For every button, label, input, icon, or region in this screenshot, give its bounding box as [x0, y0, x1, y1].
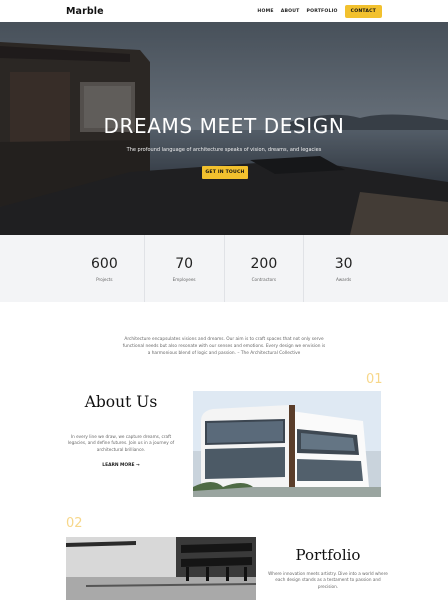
- learn-more-link[interactable]: LEARN MORE →: [66, 463, 176, 468]
- stat-value: 70: [175, 255, 194, 272]
- stat-contractors: 200 Contractors: [225, 235, 305, 302]
- nav-portfolio-link[interactable]: PORTFOLIO: [307, 9, 338, 14]
- about-text: In every line we draw, we capture dreams…: [67, 434, 175, 452]
- portfolio-image: [66, 537, 256, 600]
- stat-value: 200: [250, 255, 278, 272]
- logo[interactable]: Marble: [66, 6, 104, 17]
- get-in-touch-button[interactable]: GET IN TOUCH: [202, 166, 248, 179]
- portfolio-title: Portfolio: [295, 546, 361, 564]
- stat-label: Employees: [172, 276, 196, 282]
- nav-about-link[interactable]: ABOUT: [281, 9, 300, 14]
- stat-projects: 600 Projects: [65, 235, 145, 302]
- stat-value: 600: [91, 255, 118, 272]
- top-nav: Marble HOME ABOUT PORTFOLIO CONTACT: [0, 0, 448, 22]
- stat-label: Projects: [96, 276, 113, 282]
- nav-home-link[interactable]: HOME: [257, 9, 273, 14]
- hero-subtitle: The profound language of architecture sp…: [126, 147, 322, 153]
- portfolio-text: Where innovation meets artistry. Dive in…: [268, 571, 388, 589]
- nav-menu: HOME ABOUT PORTFOLIO CONTACT: [257, 4, 382, 18]
- section-number-02: 02: [66, 516, 83, 531]
- about-image: [193, 391, 381, 497]
- hero-title: DREAMS MEET DESIGN: [103, 114, 345, 138]
- intro-quote: Architecture encapsulates visions and dr…: [122, 337, 326, 356]
- stat-label: Awards: [336, 276, 352, 282]
- about-title: About Us: [84, 393, 158, 411]
- stat-value: 30: [334, 255, 353, 272]
- contact-button[interactable]: CONTACT: [344, 4, 382, 18]
- stat-employees: 70 Employees: [145, 235, 225, 302]
- hero-section: DREAMS MEET DESIGN The profound language…: [0, 22, 448, 235]
- stat-label: Contractors: [251, 276, 277, 282]
- stat-awards: 30 Awards: [304, 235, 383, 302]
- stats-section: 600 Projects 70 Employees 200 Contractor…: [0, 235, 448, 302]
- section-number-01: 01: [366, 372, 383, 387]
